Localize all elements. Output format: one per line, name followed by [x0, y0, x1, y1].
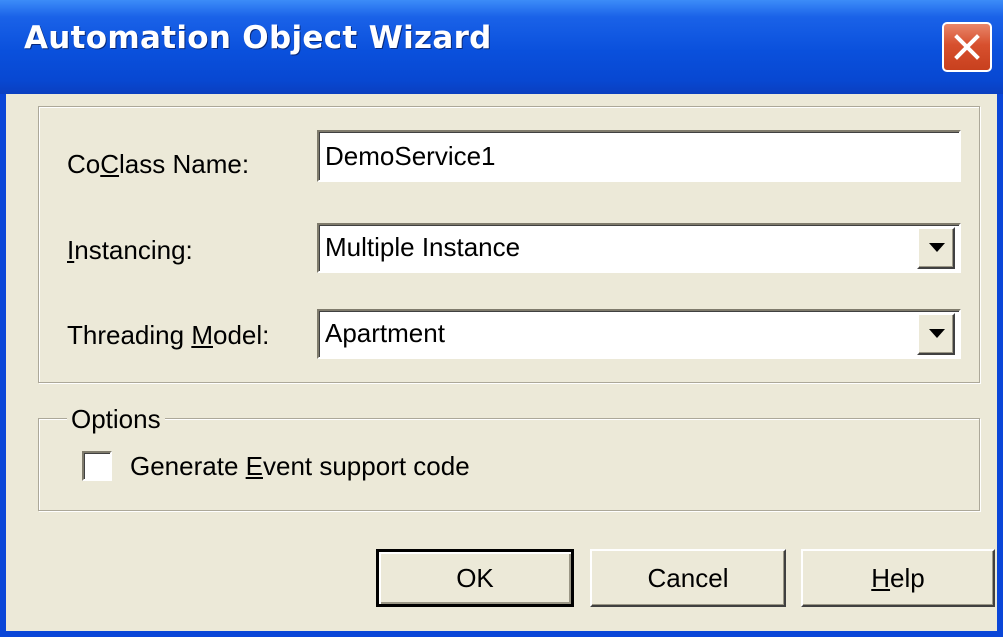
coclass-name-label: CoClass Name:: [67, 149, 250, 179]
ok-button[interactable]: OK: [376, 549, 574, 607]
threading-dropdown-button[interactable]: [917, 313, 955, 355]
window-title: Automation Object Wizard: [24, 20, 492, 56]
close-icon: [954, 34, 980, 60]
options-group-legend: Options: [67, 405, 165, 433]
help-button[interactable]: Help: [801, 549, 995, 607]
chevron-down-icon: [929, 329, 945, 338]
instancing-selected-value: Multiple Instance: [325, 232, 521, 262]
event-support-checkbox[interactable]: [82, 451, 112, 481]
dialog-window: Automation Object Wizard CoClass Name: D…: [0, 0, 1003, 637]
instancing-label: Instancing:: [67, 235, 193, 265]
instancing-select[interactable]: Multiple Instance: [317, 223, 961, 273]
cancel-button[interactable]: Cancel: [590, 549, 786, 607]
chevron-down-icon: [929, 243, 945, 252]
coclass-name-input[interactable]: DemoService1: [317, 130, 961, 182]
title-bar[interactable]: Automation Object Wizard: [0, 0, 1003, 94]
threading-selected-value: Apartment: [325, 318, 445, 348]
close-button[interactable]: [942, 22, 992, 72]
event-support-label[interactable]: Generate Event support code: [130, 451, 470, 481]
threading-model-select[interactable]: Apartment: [317, 309, 961, 359]
threading-model-label: Threading Model:: [67, 320, 270, 350]
dialog-body: CoClass Name: DemoService1 Instancing: M…: [6, 94, 997, 631]
instancing-dropdown-button[interactable]: [917, 227, 955, 269]
